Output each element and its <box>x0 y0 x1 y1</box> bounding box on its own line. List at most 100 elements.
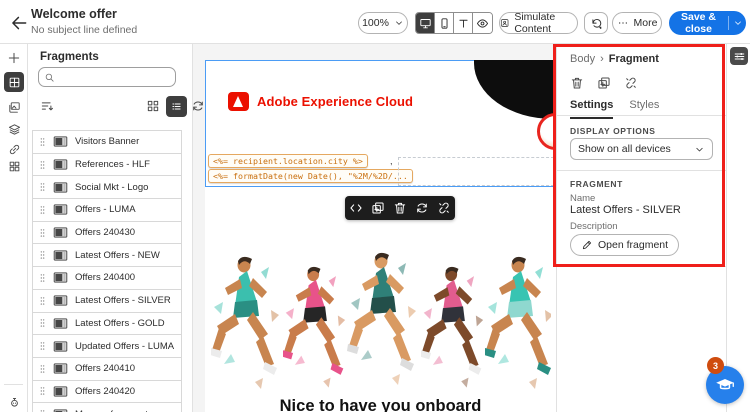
email-canvas: Adobe Experience Cloud <%= recipient.loc… <box>193 44 556 412</box>
fragment-list-item[interactable]: Latest Offers - SILVER <box>33 289 181 313</box>
fragment-item-label: References - HLF <box>75 159 150 171</box>
panel-divider <box>557 115 726 116</box>
back-icon[interactable] <box>9 13 29 33</box>
add-content-button[interactable] <box>4 48 24 68</box>
grid-view-icon[interactable] <box>146 99 160 113</box>
fragment-item-label: Offers 240430 <box>75 227 136 239</box>
drag-handle-icon[interactable] <box>39 362 46 376</box>
fragment-list-item[interactable]: Social Mkt - Logo <box>33 176 181 200</box>
desktop-preview-button[interactable] <box>416 13 435 33</box>
fragment-list-item[interactable]: Visitors Banner <box>33 131 181 154</box>
fragment-list-item[interactable]: Offers 240400 <box>33 267 181 290</box>
fragment-list-item[interactable]: Updated Offers - LUMA <box>33 335 181 358</box>
component-settings-toggle[interactable] <box>730 47 748 65</box>
more-icon <box>617 17 629 29</box>
display-options-select[interactable]: Show on all devices <box>570 138 713 160</box>
duplicate-icon[interactable] <box>597 76 611 90</box>
fragment-thumbnail-icon <box>53 134 68 149</box>
drag-handle-icon[interactable] <box>39 407 46 412</box>
save-close-split-button[interactable]: Save & close <box>669 11 746 35</box>
personalization-suffix: , <box>390 156 393 166</box>
pencil-icon <box>581 239 593 251</box>
fragment-search-input[interactable] <box>59 71 159 83</box>
trash-icon[interactable] <box>570 76 584 90</box>
brand-row: Adobe Experience Cloud <box>228 90 413 112</box>
save-options-chevron[interactable] <box>729 18 746 28</box>
personalization-token-city[interactable]: <%= recipient.location.city %> <box>208 154 368 168</box>
fragment-thumbnail-icon <box>53 316 68 331</box>
drag-handle-icon[interactable] <box>39 135 46 149</box>
more-label: More <box>633 17 658 29</box>
fragment-list-item[interactable]: Offers 240410 <box>33 357 181 381</box>
personalization-token-date[interactable]: <%= formatDate(new Date(), "%2M/%2D/... <box>208 169 413 183</box>
detach-icon[interactable] <box>437 201 451 215</box>
zoom-dropdown[interactable]: 100% <box>358 12 408 34</box>
empty-column-placeholder[interactable] <box>398 157 554 186</box>
code-icon[interactable] <box>349 201 363 215</box>
fragment-list-item[interactable]: Offers 240430 <box>33 221 181 245</box>
unlink-icon[interactable] <box>624 76 638 90</box>
refresh-icon[interactable] <box>191 99 205 113</box>
fragments-rail-button[interactable] <box>4 72 24 92</box>
email-designer-app: Welcome offer No subject line defined 10… <box>0 0 750 412</box>
plain-text-button[interactable] <box>454 13 473 33</box>
top-bar: Welcome offer No subject line defined 10… <box>0 0 750 44</box>
more-button[interactable]: More <box>612 12 662 34</box>
fragment-list-item[interactable]: Latest Offers - GOLD <box>33 312 181 336</box>
delete-icon[interactable] <box>393 201 407 215</box>
email-body[interactable]: Adobe Experience Cloud <%= recipient.loc… <box>205 60 556 412</box>
fragment-list-item[interactable]: Latest Offers - NEW <box>33 244 181 268</box>
link-icon <box>8 143 21 156</box>
display-options-value: Show on all devices <box>578 143 671 155</box>
drag-handle-icon[interactable] <box>39 158 46 172</box>
fragment-search-box[interactable] <box>38 67 176 87</box>
list-view-button[interactable] <box>166 96 187 117</box>
breadcrumb-fragment: Fragment <box>608 53 659 65</box>
tab-styles[interactable]: Styles <box>629 99 659 119</box>
fragment-list-item[interactable]: My new fragment <box>33 403 181 412</box>
simulate-content-button[interactable]: Simulate Content <box>499 11 578 35</box>
drag-handle-icon[interactable] <box>39 316 46 330</box>
fragment-thumbnail-icon <box>53 202 68 217</box>
sort-filter-icon[interactable] <box>40 99 54 113</box>
right-rail <box>726 44 750 412</box>
breadcrumb-body[interactable]: Body <box>570 53 595 65</box>
open-fragment-button[interactable]: Open fragment <box>570 234 680 256</box>
sync-icon[interactable] <box>415 201 429 215</box>
assistant-rail-button[interactable] <box>4 392 24 412</box>
fragment-list-item[interactable]: Offers 240420 <box>33 380 181 404</box>
fragment-thumbnail-icon <box>53 248 68 263</box>
drag-handle-icon[interactable] <box>39 294 46 308</box>
drag-handle-icon[interactable] <box>39 203 46 217</box>
mobile-preview-button[interactable] <box>435 13 454 33</box>
breadcrumb-chevron-icon: › <box>600 53 604 65</box>
blocks-icon <box>8 160 21 173</box>
drag-handle-icon[interactable] <box>39 384 46 398</box>
rail-divider <box>4 384 23 385</box>
email-heading[interactable]: Nice to have you onboard <box>205 397 556 412</box>
preview-button[interactable] <box>473 13 492 33</box>
tab-settings[interactable]: Settings <box>570 99 614 119</box>
layers-rail-button[interactable] <box>4 119 24 139</box>
runners-image[interactable] <box>211 248 551 398</box>
drag-handle-icon[interactable] <box>39 226 46 240</box>
chevron-down-icon <box>733 18 743 28</box>
graduation-cap-icon <box>714 374 736 396</box>
fragment-thumbnail-icon <box>53 180 68 195</box>
drag-handle-icon[interactable] <box>39 271 46 285</box>
selected-header-fragment[interactable]: Adobe Experience Cloud <%= recipient.loc… <box>205 60 556 187</box>
components-rail-button[interactable] <box>4 156 24 176</box>
help-button[interactable]: 3 <box>706 357 744 404</box>
duplicate-icon[interactable] <box>371 201 385 215</box>
fragment-list-item[interactable]: Offers - LUMA <box>33 199 181 222</box>
drag-handle-icon[interactable] <box>39 339 46 353</box>
fragment-list-item[interactable]: References - HLF <box>33 153 181 177</box>
fragment-item-label: Latest Offers - SILVER <box>75 295 171 307</box>
fragment-thumbnail-icon <box>53 339 68 354</box>
drag-handle-icon[interactable] <box>39 248 46 262</box>
drag-handle-icon[interactable] <box>39 180 46 194</box>
subject-line-status: No subject line defined <box>31 24 138 36</box>
undo-button[interactable] <box>584 12 608 34</box>
assets-rail-button[interactable] <box>4 97 24 117</box>
save-close-label: Save & close <box>680 11 717 35</box>
